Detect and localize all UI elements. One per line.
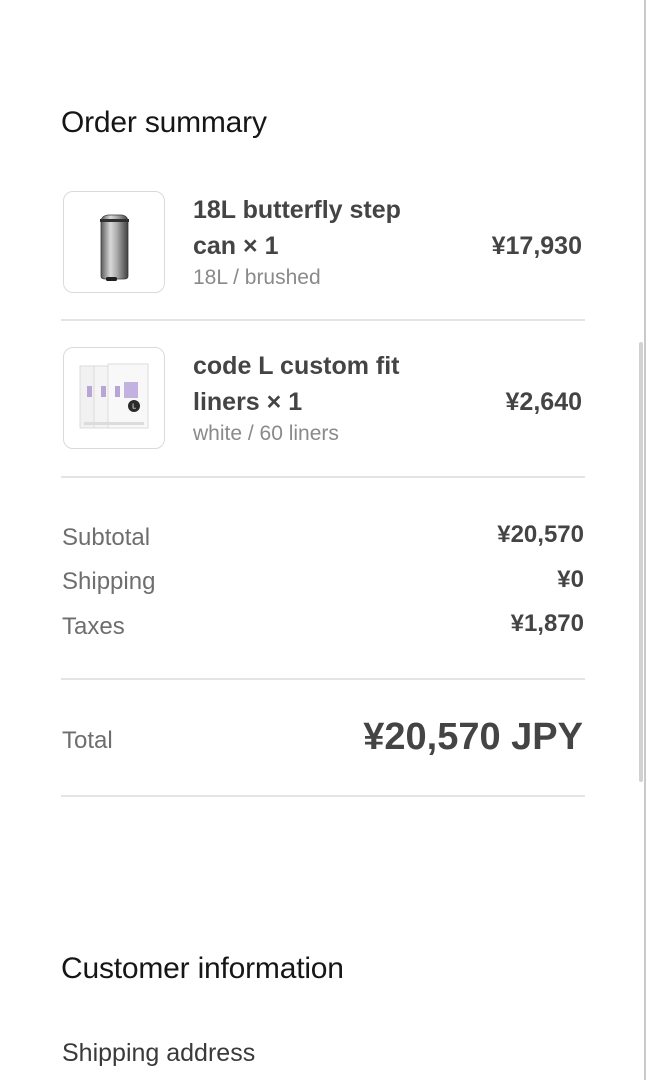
taxes-value: ¥1,870: [510, 610, 584, 637]
subtotal-label: Subtotal: [62, 524, 151, 551]
product-thumbnail: L: [63, 347, 165, 449]
divider: [61, 476, 585, 478]
line-item: L code L custom fit liners × 1 white / 6…: [61, 347, 585, 457]
shipping-value: ¥0: [557, 566, 584, 593]
shipping-address-label: Shipping address: [62, 1039, 256, 1067]
item-variant: 18L / brushed: [193, 266, 321, 289]
order-summary-title: Order summary: [61, 106, 267, 139]
liners-pack-image: L: [79, 363, 149, 429]
item-price: ¥17,930: [491, 232, 582, 260]
customer-information-title: Customer information: [61, 952, 344, 985]
product-thumbnail: [63, 191, 165, 293]
shipping-label: Shipping: [62, 568, 156, 595]
scrollbar[interactable]: [639, 342, 643, 782]
taxes-label: Taxes: [62, 613, 125, 640]
step-can-image: [100, 214, 129, 281]
order-summary-page: Order summary 18L butterfly step can × 1…: [0, 0, 646, 1080]
subtotal-value: ¥20,570: [497, 521, 584, 548]
item-name: code L custom fit liners × 1: [193, 352, 400, 416]
item-name: 18L butterfly step can × 1: [193, 196, 401, 260]
line-item: 18L butterfly step can × 1 18L / brushed…: [61, 191, 585, 301]
item-variant: white / 60 liners: [193, 422, 339, 445]
total-label: Total: [62, 727, 113, 754]
total-value: ¥20,570 JPY: [363, 716, 583, 758]
item-price: ¥2,640: [505, 388, 582, 416]
divider: [61, 795, 585, 797]
svg-text:L: L: [132, 403, 136, 411]
divider: [61, 678, 585, 680]
divider: [61, 319, 585, 321]
